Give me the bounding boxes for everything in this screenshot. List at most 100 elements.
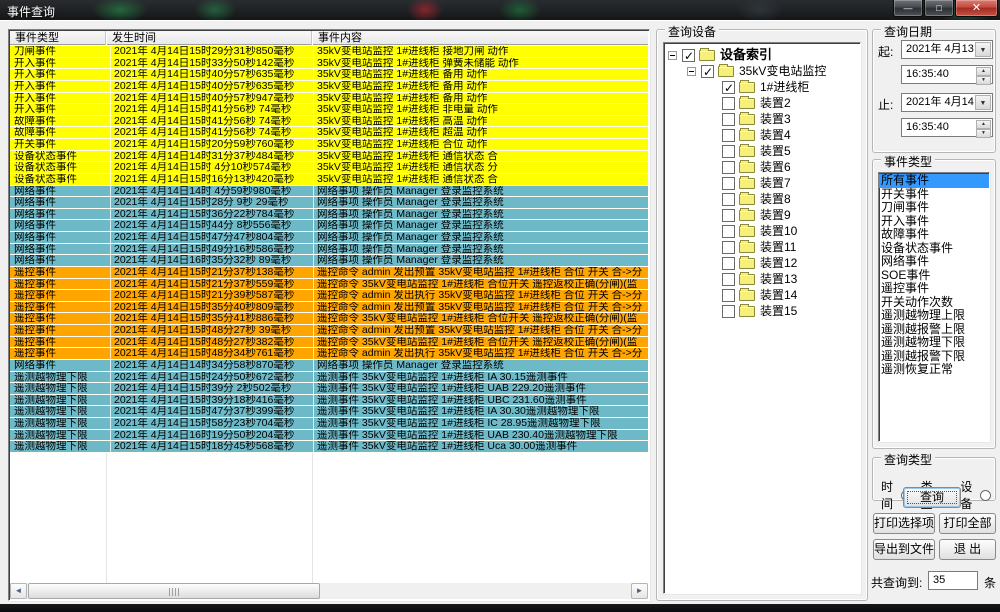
tree-item[interactable]: 装置7: [668, 175, 860, 191]
event-type-item[interactable]: 遥测恢复正常: [879, 363, 989, 377]
tree-checkbox[interactable]: [722, 161, 735, 174]
table-row[interactable]: 网络事件2021年 4月14日14时34分58秒870毫秒网络事项 操作员 Ma…: [10, 360, 648, 372]
event-type-item[interactable]: 故障事件: [879, 228, 989, 242]
table-row[interactable]: 网络事件2021年 4月14日15时49分16秒586毫秒网络事项 操作员 Ma…: [10, 244, 648, 256]
table-row[interactable]: 网络事件2021年 4月14日16时35分32秒 89毫秒网络事项 操作员 Ma…: [10, 255, 648, 267]
dropdown-arrow-icon[interactable]: ▼: [975, 95, 991, 110]
from-date-combobox[interactable]: 2021年 4月13日 ▼: [901, 40, 993, 59]
spin-down-icon[interactable]: ▼: [976, 76, 991, 85]
table-row[interactable]: 遥测越物理下限2021年 4月14日15时47分37秒399毫秒遥测事件 35k…: [10, 406, 648, 418]
tree-checkbox[interactable]: [722, 113, 735, 126]
tree-checkbox[interactable]: [722, 209, 735, 222]
tree-checkbox[interactable]: [722, 241, 735, 254]
tree-item[interactable]: 装置6: [668, 159, 860, 175]
table-row[interactable]: 遥控事件2021年 4月14日15时35分41秒886毫秒遥控命令 35kV变电…: [10, 313, 648, 325]
table-row[interactable]: 网络事件2021年 4月14日15时44分 8秒556毫秒网络事项 操作员 Ma…: [10, 220, 648, 232]
table-row[interactable]: 故障事件2021年 4月14日15时41分56秒 74毫秒35kV变电站监控 1…: [10, 127, 648, 139]
scroll-right-arrow-icon[interactable]: ►: [631, 583, 648, 599]
spin-down-icon[interactable]: ▼: [976, 129, 991, 138]
table-row[interactable]: 开关事件2021年 4月14日15时20分59秒760毫秒35kV变电站监控 1…: [10, 139, 648, 151]
table-row[interactable]: 遥测越物理下限2021年 4月14日15时39分 2秒502毫秒遥测事件 35k…: [10, 383, 648, 395]
event-type-item[interactable]: 开关动作次数: [879, 296, 989, 310]
event-type-item[interactable]: 遥测越物理下限: [879, 336, 989, 350]
tree-item[interactable]: 装置3: [668, 111, 860, 127]
tree-checkbox[interactable]: [682, 49, 695, 62]
event-type-item[interactable]: 遥测越物理上限: [879, 309, 989, 323]
tree-item[interactable]: 1#进线柜: [668, 79, 860, 95]
column-header-type[interactable]: 事件类型: [10, 31, 106, 45]
tree-checkbox[interactable]: [722, 273, 735, 286]
event-type-item[interactable]: 所有事件: [879, 174, 989, 188]
table-row[interactable]: 设备状态事件2021年 4月14日15时 4分10秒574毫秒35kV变电站监控…: [10, 162, 648, 174]
print-selected-button[interactable]: 打印选择项: [873, 513, 935, 534]
query-button[interactable]: 查询: [903, 487, 961, 508]
tree-checkbox[interactable]: [701, 65, 714, 78]
event-type-item[interactable]: 遥测越报警上限: [879, 323, 989, 337]
query-type-radio[interactable]: 设备: [960, 478, 991, 512]
table-row[interactable]: 遥测越物理下限2021年 4月14日15时58分23秒704毫秒遥测事件 35k…: [10, 418, 648, 430]
event-type-item[interactable]: SOE事件: [879, 269, 989, 283]
tree-checkbox[interactable]: [722, 177, 735, 190]
scroll-left-arrow-icon[interactable]: ◄: [10, 583, 27, 599]
to-time-spinner[interactable]: 16:35:40 ▲▼: [901, 118, 993, 137]
table-row[interactable]: 遥控事件2021年 4月14日15时48分27秒 39毫秒遥控命令 admin …: [10, 325, 648, 337]
event-type-item[interactable]: 开关事件: [879, 188, 989, 202]
table-row[interactable]: 遥测越物理下限2021年 4月14日15时18分45秒568毫秒遥测事件 35k…: [10, 441, 648, 453]
tree-item[interactable]: 装置5: [668, 143, 860, 159]
tree-checkbox[interactable]: [722, 81, 735, 94]
scrollbar-thumb[interactable]: [28, 583, 320, 599]
tree-checkbox[interactable]: [722, 289, 735, 302]
tree-item[interactable]: 装置12: [668, 255, 860, 271]
event-type-item[interactable]: 遥测越报警下限: [879, 350, 989, 364]
tree-item[interactable]: 35kV变电站监控: [668, 63, 860, 79]
tree-checkbox[interactable]: [722, 97, 735, 110]
tree-item[interactable]: 装置14: [668, 287, 860, 303]
table-row[interactable]: 网络事件2021年 4月14日15时36分22秒784毫秒网络事项 操作员 Ma…: [10, 209, 648, 221]
table-row[interactable]: 遥控事件2021年 4月14日15时21分37秒559毫秒遥控命令 35kV变电…: [10, 279, 648, 291]
from-time-spinner[interactable]: 16:35:40 ▲▼: [901, 65, 993, 84]
event-type-item[interactable]: 网络事件: [879, 255, 989, 269]
table-row[interactable]: 刀闸事件2021年 4月14日15时29分31秒850毫秒35kV变电站监控 1…: [10, 46, 648, 58]
tree-checkbox[interactable]: [722, 257, 735, 270]
column-header-content[interactable]: 事件内容: [313, 31, 650, 45]
tree-checkbox[interactable]: [722, 145, 735, 158]
event-type-item[interactable]: 刀闸事件: [879, 201, 989, 215]
minimize-button[interactable]: —: [893, 0, 923, 17]
tree-collapse-icon[interactable]: [668, 51, 677, 60]
tree-item[interactable]: 装置2: [668, 95, 860, 111]
spin-up-icon[interactable]: ▲: [976, 120, 991, 129]
table-row[interactable]: 遥控事件2021年 4月14日15时35分40秒809毫秒遥控命令 admin …: [10, 302, 648, 314]
table-row[interactable]: 遥控事件2021年 4月14日15时21分37秒138毫秒遥控命令 admin …: [10, 267, 648, 279]
table-row[interactable]: 遥控事件2021年 4月14日15时48分34秒761毫秒遥控命令 admin …: [10, 348, 648, 360]
dropdown-arrow-icon[interactable]: ▼: [975, 42, 991, 57]
tree-item[interactable]: 装置10: [668, 223, 860, 239]
table-row[interactable]: 开入事件2021年 4月14日15时40分57秒635毫秒35kV变电站监控 1…: [10, 69, 648, 81]
table-row[interactable]: 开入事件2021年 4月14日15时33分50秒142毫秒35kV变电站监控 1…: [10, 58, 648, 70]
table-row[interactable]: 网络事件2021年 4月14日15时28分 9秒 29毫秒网络事项 操作员 Ma…: [10, 197, 648, 209]
maximize-button[interactable]: □: [924, 0, 954, 17]
tree-item[interactable]: 装置4: [668, 127, 860, 143]
table-row[interactable]: 开入事件2021年 4月14日15时40分57秒947毫秒35kV变电站监控 1…: [10, 93, 648, 105]
table-row[interactable]: 遥控事件2021年 4月14日15时48分27秒382毫秒遥控命令 35kV变电…: [10, 337, 648, 349]
close-button[interactable]: ✕: [955, 0, 998, 17]
table-row[interactable]: 网络事件2021年 4月14日15时47分47秒804毫秒网络事项 操作员 Ma…: [10, 232, 648, 244]
table-row[interactable]: 遥测越物理下限2021年 4月14日15时24分50秒672毫秒遥测事件 35k…: [10, 372, 648, 384]
exit-button[interactable]: 退 出: [939, 539, 996, 560]
tree-checkbox[interactable]: [722, 193, 735, 206]
tree-item[interactable]: 设备索引: [668, 47, 860, 63]
table-row[interactable]: 故障事件2021年 4月14日15时41分56秒 74毫秒35kV变电站监控 1…: [10, 116, 648, 128]
tree-collapse-icon[interactable]: [687, 67, 696, 76]
table-row[interactable]: 设备状态事件2021年 4月14日15时16分13秒420毫秒35kV变电站监控…: [10, 174, 648, 186]
tree-item[interactable]: 装置9: [668, 207, 860, 223]
radio-circle-icon[interactable]: [980, 490, 991, 501]
spinner-buttons[interactable]: ▲▼: [976, 120, 991, 135]
table-row[interactable]: 开入事件2021年 4月14日15时41分56秒 74毫秒35kV变电站监控 1…: [10, 104, 648, 116]
export-button[interactable]: 导出到文件: [873, 539, 935, 560]
table-row[interactable]: 遥测越物理下限2021年 4月14日15时39分18秒416毫秒遥测事件 35k…: [10, 395, 648, 407]
tree-item[interactable]: 装置8: [668, 191, 860, 207]
tree-checkbox[interactable]: [722, 305, 735, 318]
tree-checkbox[interactable]: [722, 225, 735, 238]
to-date-combobox[interactable]: 2021年 4月14日 ▼: [901, 93, 993, 112]
spin-up-icon[interactable]: ▲: [976, 67, 991, 76]
table-row[interactable]: 网络事件2021年 4月14日14时 4分59秒980毫秒网络事项 操作员 Ma…: [10, 186, 648, 198]
